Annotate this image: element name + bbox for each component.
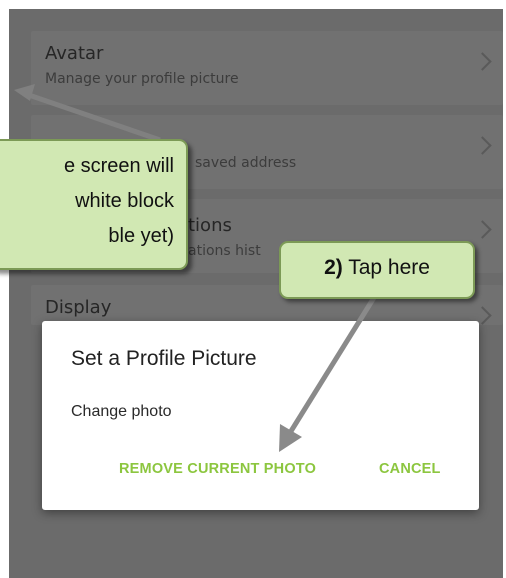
arrow-icon — [14, 84, 161, 143]
callout-line: ble yet) — [108, 225, 174, 247]
step-text: Tap here — [342, 256, 430, 279]
callout-text: 2) Tap here — [281, 256, 473, 280]
callout-line: white block — [75, 190, 174, 212]
instruction-callout: e screen will white block ble yet) — [0, 139, 188, 270]
callout-line: e screen will — [63, 155, 174, 177]
tap-here-callout: 2) Tap here — [279, 241, 475, 299]
arrow-icon — [279, 294, 378, 452]
step-number: 2) — [324, 256, 343, 279]
